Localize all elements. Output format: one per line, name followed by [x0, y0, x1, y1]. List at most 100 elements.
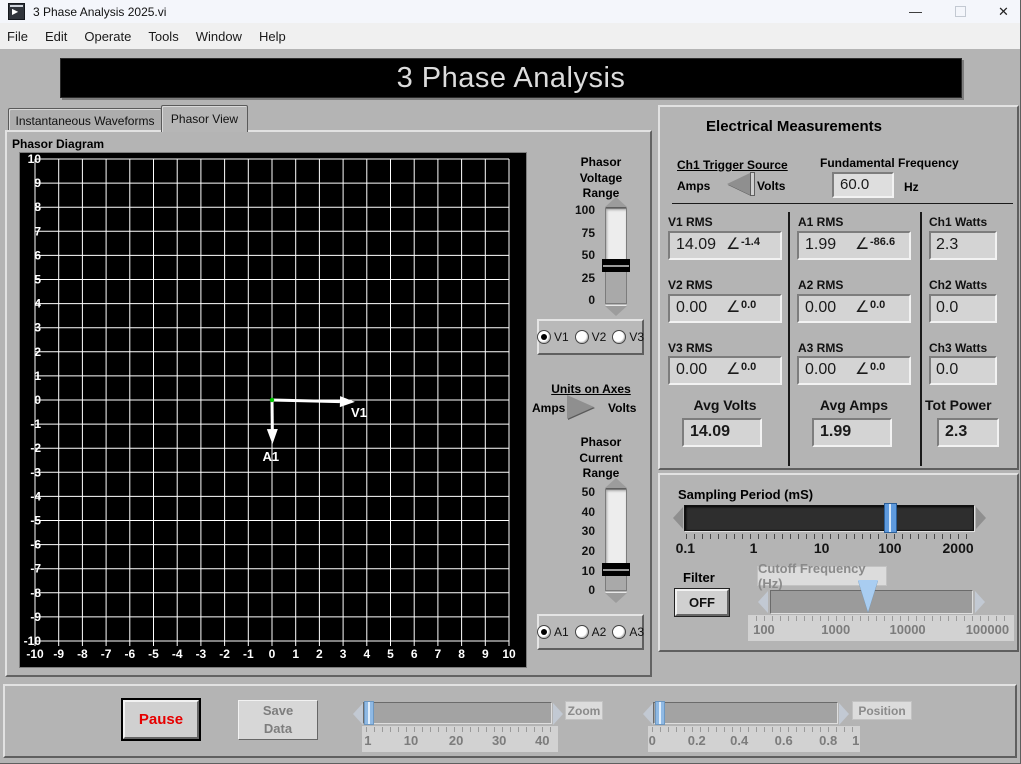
cutoff-scale-3: 100000	[965, 622, 1010, 637]
avg-volts-label: Avg Volts	[693, 397, 757, 413]
voltage-slider-thumb[interactable]	[602, 259, 630, 272]
close-button[interactable]: ✕	[981, 0, 1020, 23]
voltage-range-slider[interactable]	[602, 208, 630, 304]
v2-rms-display: 0.00 ∠ 0.0	[668, 294, 782, 323]
filter-off-button[interactable]: OFF	[674, 588, 730, 617]
zoom-slider[interactable]	[363, 702, 552, 724]
cutoff-decrement-arrow-icon[interactable]	[758, 591, 768, 613]
ch2-watts-value: 0.0	[936, 299, 959, 316]
zoom-increment-arrow-icon[interactable]	[553, 703, 563, 725]
current-slider-thumb[interactable]	[602, 563, 630, 576]
sampling-scale-2: 10	[813, 540, 830, 556]
voltage-decrement-arrow-icon[interactable]	[605, 306, 627, 316]
v1-rms-angle: -1.4	[741, 236, 760, 248]
position-increment-arrow-icon[interactable]	[839, 703, 849, 725]
radio-v1-dot	[536, 330, 551, 344]
svg-text:-2: -2	[30, 441, 41, 455]
trigger-amps-label: Amps	[677, 179, 711, 193]
current-scale-30: 30	[581, 524, 595, 538]
radio-v1[interactable]: V1	[536, 330, 569, 344]
angle-icon: ∠	[855, 361, 870, 378]
zoom-label: Zoom	[565, 701, 603, 720]
sampling-scale-1: 1	[749, 540, 758, 556]
sampling-decrement-arrow-icon[interactable]	[673, 507, 683, 529]
cutoff-slider-thumb[interactable]	[858, 580, 878, 612]
position-slider-thumb[interactable]	[655, 701, 665, 725]
radio-a3[interactable]: A3	[612, 625, 644, 639]
fundamental-frequency-label: Fundamental Frequency	[820, 156, 959, 170]
svg-text:4: 4	[363, 647, 370, 661]
cutoff-scale-2: 10000	[889, 622, 926, 637]
frequency-unit-label: Hz	[904, 180, 919, 194]
v3-rms-label: V3 RMS	[668, 341, 713, 355]
radio-v3-dot	[612, 330, 627, 344]
svg-text:-6: -6	[124, 647, 135, 661]
current-scale-50: 50	[581, 485, 595, 499]
sampling-ticks	[686, 534, 974, 539]
zoom-decrement-arrow-icon[interactable]	[353, 703, 363, 725]
current-decrement-arrow-icon[interactable]	[605, 593, 627, 603]
svg-text:-9: -9	[53, 647, 64, 661]
menu-tools[interactable]: Tools	[146, 27, 180, 46]
zoom-scale-0: 1	[364, 733, 372, 748]
svg-text:-8: -8	[30, 586, 41, 600]
radio-v3[interactable]: V3	[612, 330, 644, 344]
tot-power-label: Tot Power	[925, 397, 992, 413]
zoom-slider-thumb[interactable]	[364, 701, 374, 725]
position-slider[interactable]	[653, 702, 838, 724]
minimize-button[interactable]: —	[893, 0, 938, 23]
voltage-increment-arrow-icon[interactable]	[605, 197, 627, 207]
svg-text:8: 8	[458, 647, 465, 661]
tab-phasor-view[interactable]: Phasor View	[161, 105, 248, 132]
a3-rms-value: 0.00	[805, 361, 837, 378]
position-scale-3: 0.6	[774, 733, 793, 748]
current-increment-arrow-icon[interactable]	[605, 478, 627, 488]
zoom-scale-1: 10	[403, 733, 419, 748]
pause-button[interactable]: Pause	[121, 698, 201, 741]
svg-text:-6: -6	[30, 538, 41, 552]
current-scale-10: 10	[581, 564, 595, 578]
minimize-icon: —	[909, 4, 922, 19]
svg-text:-9: -9	[30, 610, 41, 624]
position-label: Position	[852, 701, 912, 720]
svg-text:-8: -8	[77, 647, 88, 661]
menu-file[interactable]: File	[5, 27, 30, 46]
radio-a2[interactable]: A2	[574, 625, 606, 639]
svg-text:-10: -10	[24, 634, 42, 648]
svg-text:5: 5	[34, 273, 41, 287]
svg-text:-1: -1	[243, 647, 254, 661]
voltage-scale-0: 0	[588, 293, 595, 307]
voltage-scale-100: 100	[574, 203, 595, 217]
svg-text:3: 3	[340, 647, 347, 661]
sampling-period-slider[interactable]	[684, 505, 974, 531]
menu-operate[interactable]: Operate	[82, 27, 133, 46]
svg-text:-7: -7	[30, 562, 41, 576]
angle-icon: ∠	[855, 299, 870, 316]
trigger-pointer-icon	[727, 173, 750, 195]
current-range-slider[interactable]	[602, 489, 630, 591]
title-bar: 3 Phase Analysis 2025.vi	[0, 0, 1020, 23]
radio-a1-label: A1	[553, 625, 569, 639]
sampling-slider-thumb[interactable]	[884, 503, 897, 533]
menu-help[interactable]: Help	[257, 27, 288, 46]
angle-icon: ∠	[726, 299, 741, 316]
menu-edit[interactable]: Edit	[43, 27, 69, 46]
voltage-range-label: Phasor Voltage Range	[579, 155, 623, 201]
maximize-button[interactable]	[938, 0, 983, 23]
voltage-scale-25: 25	[581, 271, 595, 285]
menu-window[interactable]: Window	[194, 27, 244, 46]
sampling-increment-arrow-icon[interactable]	[976, 507, 986, 529]
units-pointer-icon	[567, 395, 594, 419]
ch3-watts-value: 0.0	[936, 361, 959, 378]
radio-a1[interactable]: A1	[536, 625, 569, 639]
save-data-button[interactable]: Save Data	[238, 700, 318, 740]
tab-instantaneous-waveforms[interactable]: Instantaneous Waveforms	[8, 108, 162, 132]
angle-icon: ∠	[855, 236, 870, 253]
position-scale-5: 1	[852, 733, 860, 748]
trigger-switch[interactable]	[727, 172, 755, 196]
units-switch[interactable]	[567, 395, 594, 419]
position-scale: 0 0.2 0.4 0.6 0.8 1	[648, 726, 860, 752]
radio-v2[interactable]: V2	[574, 330, 606, 344]
position-decrement-arrow-icon[interactable]	[643, 703, 653, 725]
cutoff-increment-arrow-icon[interactable]	[975, 591, 985, 613]
